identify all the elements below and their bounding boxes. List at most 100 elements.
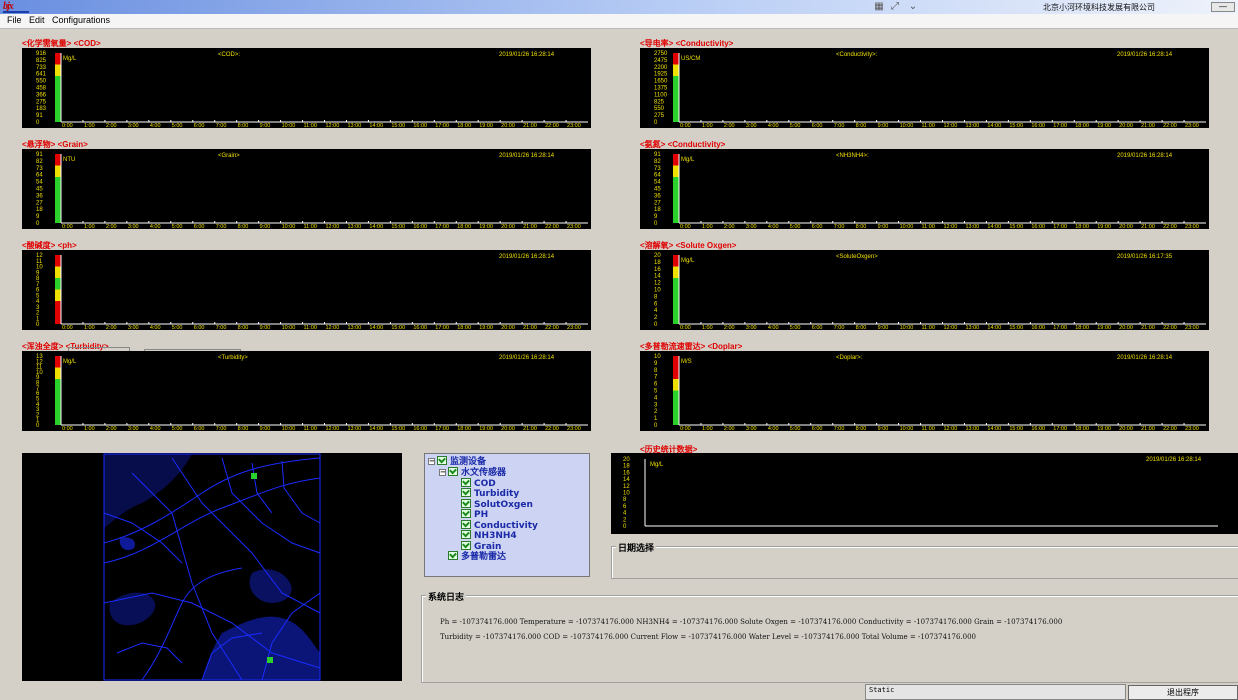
x-tick-label: 6:00 <box>194 426 205 431</box>
unit-label: Mg/L <box>681 157 695 163</box>
x-tick-label: 16:00 <box>1031 325 1045 330</box>
checkbox-icon[interactable] <box>448 467 458 476</box>
x-tick-label: 14:00 <box>987 123 1001 128</box>
menu-configurations[interactable]: Configurations <box>52 15 110 25</box>
x-tick-label: 16:00 <box>413 123 427 128</box>
x-tick-label: 5:00 <box>172 123 183 128</box>
chevron-down-icon[interactable]: ⌄ <box>906 1 920 13</box>
x-tick-label: 8:00 <box>238 123 249 128</box>
y-tick-label: 2 <box>623 517 627 523</box>
x-tick-label: 6:00 <box>812 224 823 229</box>
x-tick-label: 3:00 <box>746 123 757 128</box>
x-tick-label: 5:00 <box>790 224 801 229</box>
gauge-segment <box>55 356 61 368</box>
x-tick-label: 12:00 <box>326 123 340 128</box>
collapse-icon[interactable]: − <box>439 469 446 476</box>
x-tick-label: 19:00 <box>1097 123 1111 128</box>
map-marker[interactable] <box>251 473 257 479</box>
y-tick-label: 916 <box>36 51 47 57</box>
x-tick-label: 19:00 <box>1097 426 1111 431</box>
x-tick-label: 6:00 <box>812 123 823 128</box>
grid-icon[interactable]: ▦ <box>872 1 886 13</box>
x-tick-label: 4:00 <box>150 224 161 229</box>
gauge-segment <box>55 53 61 65</box>
checkbox-icon[interactable] <box>461 478 471 487</box>
y-tick-label: 36 <box>36 193 43 199</box>
x-tick-label: 13:00 <box>347 325 361 330</box>
cod-chart: 916 825 733 641 550 458 366 275 183 91 0 0:00 1:00 2:… <box>22 48 591 128</box>
y-tick-label: 82 <box>36 159 43 165</box>
x-tick-label: 22:00 <box>1163 224 1177 229</box>
x-tick-label: 13:00 <box>347 224 361 229</box>
checkbox-icon[interactable] <box>461 509 471 518</box>
x-tick-label: 22:00 <box>545 123 559 128</box>
x-tick-label: 17:00 <box>435 426 449 431</box>
x-tick-label: 2:00 <box>106 325 117 330</box>
x-tick-label: 0:00 <box>680 224 691 229</box>
unit-label: Mg/L <box>650 462 664 468</box>
x-tick-label: 11:00 <box>304 426 317 431</box>
checkbox-icon[interactable] <box>437 456 447 465</box>
x-tick-label: 19:00 <box>479 325 493 330</box>
tree-group[interactable]: 水文传感器 <box>448 467 506 478</box>
gauge-segment <box>55 154 61 166</box>
x-tick-label: 1:00 <box>84 123 95 128</box>
x-tick-label: 9:00 <box>260 426 271 431</box>
device-tree[interactable]: − 监测设备 − 水文传感器 COD Turbidity SolutOxgen … <box>424 453 590 577</box>
chart-drawing: 131211109876543210 0:00 1:00 2:00 3:00 4:00 5:… <box>36 354 588 431</box>
y-tick-label: 366 <box>36 92 47 98</box>
y-tick-label: 275 <box>654 113 665 119</box>
collapse-icon[interactable]: − <box>428 458 435 465</box>
y-tick-label: 0 <box>654 322 658 328</box>
y-tick-label: 18 <box>623 464 630 470</box>
tree-item-turbidity[interactable]: Turbidity <box>461 488 519 499</box>
menu-edit[interactable]: Edit <box>29 15 45 25</box>
x-tick-label: 8:00 <box>856 325 867 330</box>
x-tick-label: 22:00 <box>545 426 559 431</box>
checkbox-icon[interactable] <box>461 488 471 497</box>
x-tick-label: 9:00 <box>260 224 271 229</box>
date-select-group[interactable] <box>611 546 1238 579</box>
checkbox-icon[interactable] <box>461 541 471 550</box>
x-tick-label: 5:00 <box>172 426 183 431</box>
checkbox-icon[interactable] <box>461 499 471 508</box>
fullscreen-icon[interactable]: ⤢ <box>888 1 902 13</box>
x-tick-label: 1:00 <box>702 224 713 229</box>
x-tick-label: 15:00 <box>1009 426 1023 431</box>
x-tick-label: 3:00 <box>128 123 139 128</box>
x-tick-label: 20:00 <box>501 426 515 431</box>
map-marker[interactable] <box>267 657 273 663</box>
x-tick-label: 14:00 <box>369 123 383 128</box>
y-tick-label: 7 <box>654 375 658 381</box>
river-map[interactable] <box>22 453 402 681</box>
y-tick-label: 641 <box>36 72 47 78</box>
x-tick-label: 11:00 <box>304 123 317 128</box>
title-bar: bjx ▦ ⤢ ⌄ 北京小河环境科技发展有限公司 — <box>0 0 1238 14</box>
tree-item-nh3nh4[interactable]: NH3NH4 <box>461 530 517 541</box>
tree-root[interactable]: 监测设备 <box>437 456 486 467</box>
tree-item-ph[interactable]: PH <box>461 509 488 520</box>
x-tick-label: 7:00 <box>216 325 227 330</box>
x-tick-label: 19:00 <box>479 123 493 128</box>
menu-file[interactable]: File <box>7 15 22 25</box>
y-tick-label: 9 <box>36 214 40 220</box>
x-tick-label: 4:00 <box>768 123 779 128</box>
x-tick-label: 21:00 <box>1141 224 1155 229</box>
exit-button[interactable]: 退出程序 <box>1128 685 1238 700</box>
x-tick-label: 20:00 <box>1119 123 1133 128</box>
turbidity-chart: 13 12 11 10 9 8 7 6 5 4 3 2 1 0 0:00 1:00 2:00 3:00 4:00 5:… <box>22 351 591 431</box>
x-tick-label: 8:00 <box>238 325 249 330</box>
gauge-segment <box>55 255 61 267</box>
checkbox-icon[interactable] <box>461 520 471 529</box>
checkbox-icon[interactable] <box>461 530 471 539</box>
gauge-segment <box>673 165 679 177</box>
chart-drawing: 20181614121086420 0:00 1:00 2:00 3:00 4:00 5:0… <box>654 253 1206 330</box>
x-tick-label: 19:00 <box>1097 224 1111 229</box>
x-tick-label: 8:00 <box>238 224 249 229</box>
date-select-label: 日期选择 <box>616 541 657 554</box>
tree-item-doppler[interactable]: 多普勒雷达 <box>448 551 506 562</box>
minimize-button[interactable]: — <box>1211 2 1235 12</box>
x-tick-label: 9:00 <box>260 325 271 330</box>
checkbox-icon[interactable] <box>448 551 458 560</box>
x-tick-label: 10:00 <box>282 325 296 330</box>
